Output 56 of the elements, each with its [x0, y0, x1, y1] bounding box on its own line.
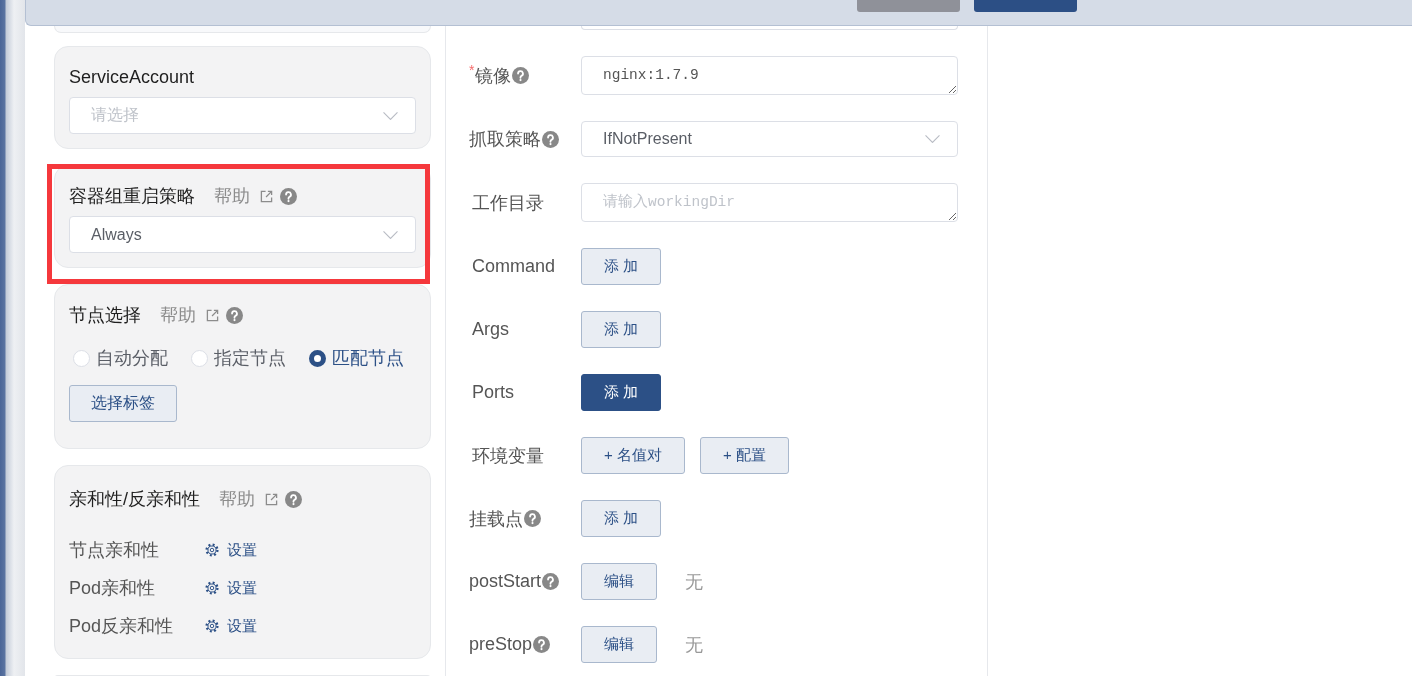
field-label: postStart — [469, 571, 542, 592]
settings-link[interactable]: 设置 — [205, 616, 257, 636]
external-link-icon[interactable] — [206, 308, 219, 322]
gear-icon — [205, 581, 219, 595]
settings-link[interactable]: 设置 — [205, 578, 257, 598]
help-icon[interactable] — [280, 187, 297, 205]
select-field[interactable]: Always — [69, 216, 416, 253]
action-button[interactable]: 添 加 — [581, 500, 662, 537]
affinity-label: 节点亲和性 — [69, 539, 160, 562]
radio-option[interactable]: 匹配节点 — [309, 346, 404, 370]
card-title: 亲和性/反亲和性 — [69, 488, 200, 511]
status-text: 无 — [685, 633, 703, 657]
settings-link[interactable]: 设置 — [205, 540, 257, 560]
field-label: preStop — [469, 634, 533, 655]
text-area[interactable]: 请输入workingDir — [581, 183, 958, 222]
card-title: 节点选择 — [69, 304, 141, 327]
field-label: 环境变量 — [472, 444, 544, 468]
gear-icon — [205, 619, 219, 633]
action-button[interactable]: 编辑 — [581, 563, 657, 600]
action-button[interactable]: 添 加 — [581, 311, 662, 348]
affinity-label: Pod亲和性 — [69, 577, 157, 600]
text-area[interactable]: nginx:1.7.9 — [581, 56, 958, 95]
help-icon[interactable] — [226, 306, 243, 324]
chevron-down-icon — [383, 230, 398, 239]
field-label: 挂载点 — [469, 507, 523, 531]
action-button[interactable]: 编辑 — [581, 626, 657, 663]
external-link-icon[interactable] — [265, 492, 278, 506]
radio-option[interactable]: 指定节点 — [191, 346, 286, 370]
affinity-label: Pod反亲和性 — [69, 615, 175, 638]
help-icon[interactable] — [285, 490, 302, 508]
action-button[interactable]: + 配置 — [699, 437, 789, 474]
field-label: 抓取策略 — [469, 128, 541, 151]
required-mark: * — [469, 61, 475, 78]
help-icon[interactable] — [542, 573, 560, 590]
gear-icon — [205, 543, 219, 557]
select-field[interactable]: IfNotPresent — [581, 121, 958, 157]
status-text: 无 — [685, 570, 703, 594]
action-button[interactable]: 添 加 — [581, 374, 662, 411]
field-label: 工作目录 — [472, 191, 544, 215]
action-button[interactable]: + 名值对 — [581, 437, 685, 474]
select-tags-button[interactable]: 选择标签 — [69, 385, 177, 422]
field-label: Command — [472, 256, 556, 277]
chevron-down-icon — [925, 135, 940, 143]
radio-option[interactable]: 自动分配 — [73, 346, 168, 370]
help-icon[interactable] — [542, 130, 559, 148]
card-title: ServiceAccount — [69, 66, 195, 89]
chevron-down-icon — [383, 111, 398, 120]
external-link-icon[interactable] — [260, 189, 273, 203]
field-label: Args — [472, 319, 509, 340]
field-label: Ports — [472, 382, 514, 403]
help-icon[interactable] — [512, 67, 530, 84]
field-label: 镜像 — [475, 64, 512, 88]
help-icon[interactable] — [524, 510, 541, 527]
help-icon[interactable] — [533, 636, 551, 653]
card-title: 容器组重启策略 — [69, 185, 195, 208]
action-button[interactable]: 添 加 — [581, 248, 662, 285]
